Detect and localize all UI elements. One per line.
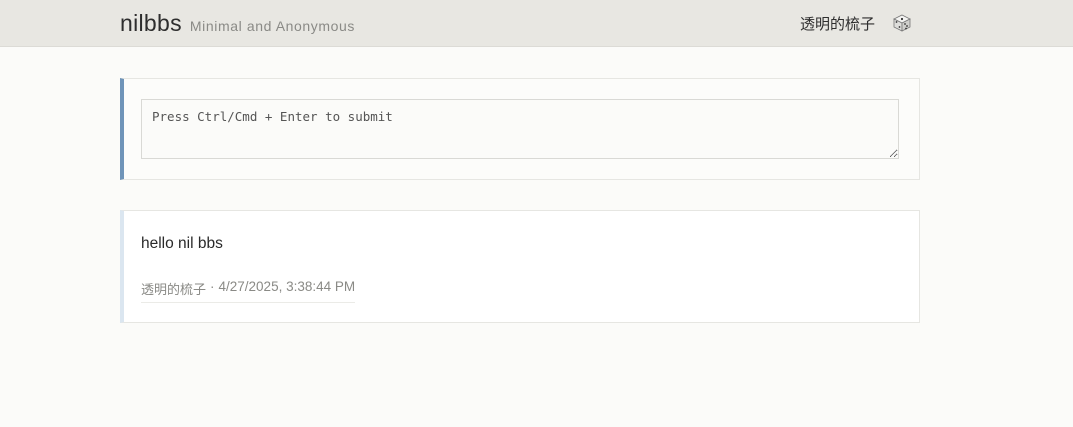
post-author: 透明的梳子 [141,283,207,298]
dice-icon [893,14,911,32]
meta-separator: · [210,279,215,294]
top-bar: nilbbs Minimal and Anonymous 透明的梳子 [0,0,1073,47]
site-tagline: Minimal and Anonymous [189,18,356,34]
post-content: hello nil bbs [141,235,223,252]
compose-panel [120,78,920,180]
post-card: hello nil bbs 透明的梳子 · 4/27/2025, 3:38:44… [120,210,920,323]
site-title[interactable]: nilbbs [120,10,182,37]
user-area: 透明的梳子 [800,12,913,34]
username: 透明的梳子 [799,14,875,33]
post-input[interactable] [141,99,899,159]
brand: nilbbs Minimal and Anonymous [120,10,355,37]
randomize-name-button[interactable] [891,12,913,34]
post-timestamp: 4/27/2025, 3:38:44 PM [218,279,356,294]
post-meta: 透明的梳子 · 4/27/2025, 3:38:44 PM [141,279,356,303]
